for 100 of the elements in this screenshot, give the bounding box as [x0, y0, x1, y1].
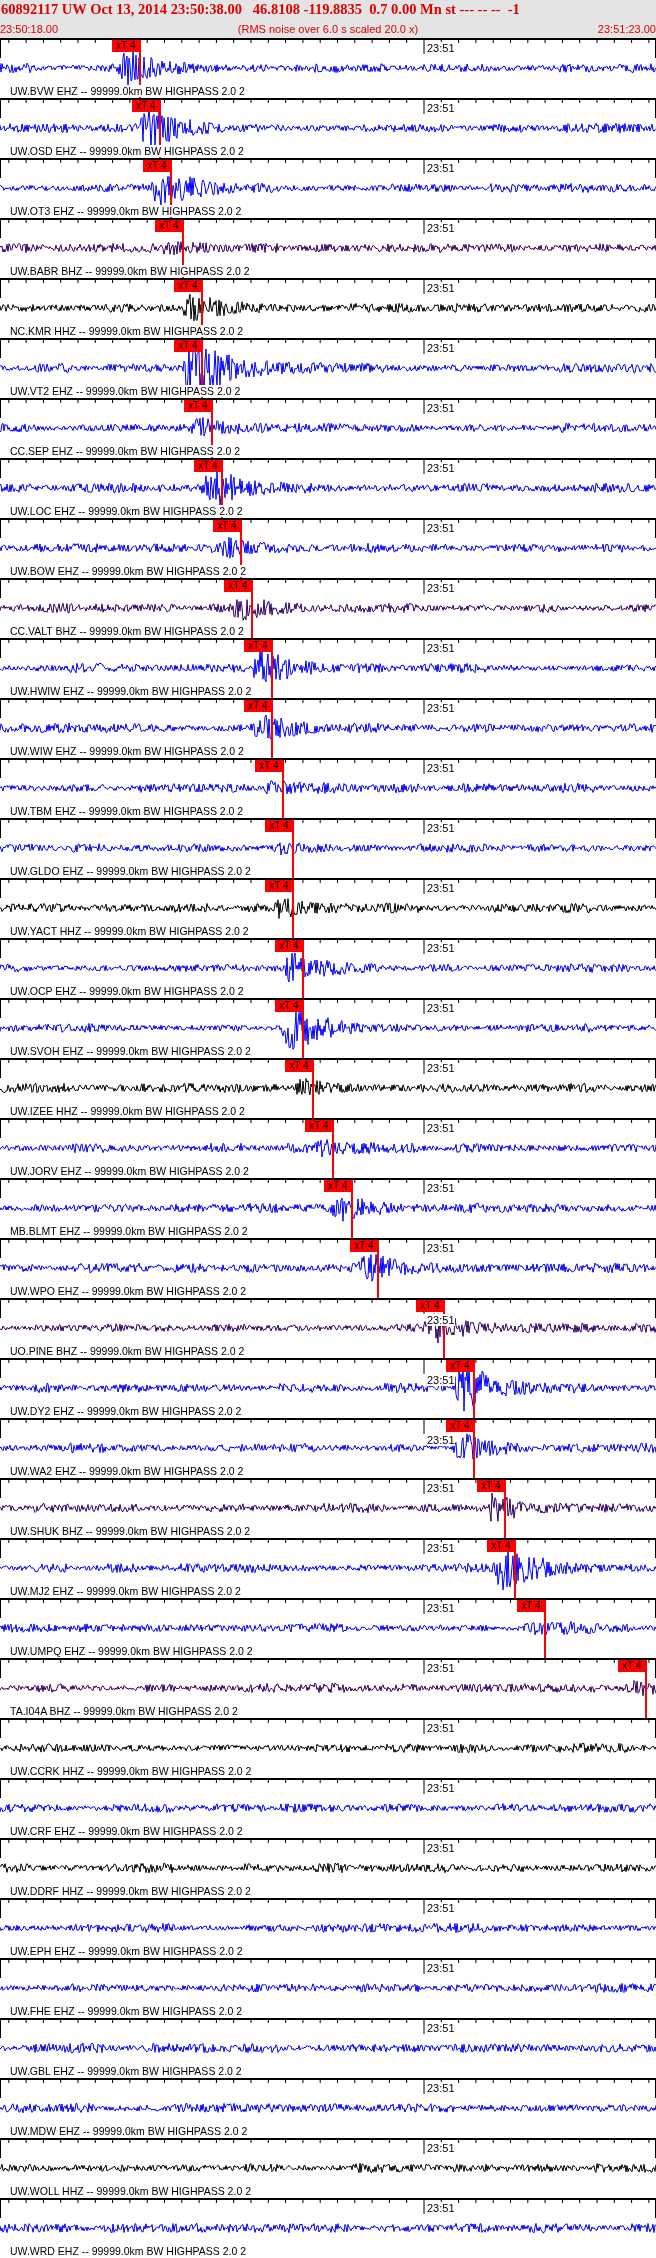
channel-label: UW.SHUK BHZ -- 99999.0km BW HIGHPASS 2.0 2 — [10, 1525, 251, 1537]
pick-line — [182, 220, 184, 278]
pick-line — [504, 1480, 506, 1538]
tick-label: 23:51 — [427, 462, 455, 474]
pick-marker: xT 4 — [132, 100, 160, 112]
channel-label: UW.MDW EHZ -- 99999.0km BW HIGHPASS 2.0 2 — [10, 2125, 248, 2137]
pick-line — [645, 1660, 647, 1718]
tick-label: 23:51 — [427, 822, 455, 834]
pick-line — [292, 880, 294, 938]
pick-marker: xT 4 — [517, 1600, 545, 1612]
channel-label: UW.GLDO EHZ -- 99999.0km BW HIGHPASS 2.0 2 — [10, 865, 251, 877]
channel-label: UW.BVW EHZ -- 99999.0km BW HIGHPASS 2.0 2 — [10, 85, 245, 97]
pick-marker: xT 4 — [174, 280, 202, 292]
pick-line — [201, 280, 203, 338]
pick-line — [221, 460, 223, 518]
pick-marker: xT 4 — [350, 1240, 378, 1252]
pick-line — [377, 1240, 379, 1298]
tick-label: 23:51 — [427, 1122, 455, 1134]
channel-label: UW.CRF EHZ -- 99999.0km BW HIGHPASS 2.0 2 — [10, 1825, 243, 1837]
channel-label: UW.HWIW EHZ -- 99999.0km BW HIGHPASS 2.0 2 — [10, 685, 252, 697]
tick-label: 23:51 — [427, 942, 455, 954]
channel-label: UW.OSD EHZ -- 99999.0km BW HIGHPASS 2.0 2 — [10, 145, 244, 157]
tick-label: 23:51 — [427, 2202, 455, 2214]
tick-label: 23:51 — [427, 1002, 455, 1014]
pick-line — [271, 700, 273, 758]
channel-label: UW.BABR BHZ -- 99999.0km BW HIGHPASS 2.0 2 — [10, 265, 250, 277]
channel-label: UW.WOLL HHZ -- 99999.0km BW HIGHPASS 2.0 2 — [10, 2185, 251, 2197]
pick-marker: xT 4 — [112, 40, 140, 52]
pick-marker: xT 4 — [275, 940, 303, 952]
pick-marker: xT 4 — [446, 1420, 474, 1432]
pick-marker: xT 4 — [213, 520, 241, 532]
pick-marker: xT 4 — [285, 1060, 313, 1072]
tick-label: 23:51 — [427, 1842, 455, 1854]
channel-label: CC.VALT BHZ -- 99999.0km BW HIGHPASS 2.0 2 — [10, 625, 244, 637]
channel-label: UW.WRD EHZ -- 99999.0km BW HIGHPASS 2.0 2 — [10, 2245, 247, 2257]
tick-label: 23:51 — [427, 1482, 455, 1494]
pick-line — [211, 400, 213, 458]
tick-label: 23:51 — [427, 882, 455, 894]
tick-label: 23:51 — [427, 702, 455, 714]
pick-marker: xT 4 — [416, 1300, 444, 1312]
channel-label: UW.GBL EHZ -- 99999.0km BW HIGHPASS 2.0 2 — [10, 2065, 242, 2077]
tick-label: 23:51 — [427, 642, 455, 654]
noise-note: (RMS noise over 6.0 s scaled 20.0 x) — [237, 22, 419, 35]
pick-line — [302, 1000, 304, 1058]
channel-label: UW.TBM EHZ -- 99999.0km BW HIGHPASS 2.0 2 — [10, 805, 244, 817]
tick-label: 23:51 — [427, 1314, 455, 1326]
pick-line — [240, 520, 242, 578]
tick-label: 23:51 — [427, 162, 455, 174]
pick-marker: xT 4 — [265, 880, 293, 892]
tick-label: 23:51 — [427, 222, 455, 234]
tick-label: 23:51 — [427, 762, 455, 774]
end-time: 23:51:23.00 — [597, 22, 656, 35]
channel-label: UW.OT3 EHZ -- 99999.0km BW HIGHPASS 2.0 2 — [10, 205, 242, 217]
event-title: 60892117 UW Oct 13, 2014 23:50:38.00 46.8108 -119.8835 0.7 0.00 Mn st --- -- -- -1 — [0, 0, 521, 19]
pick-line — [201, 340, 203, 398]
pick-line — [292, 820, 294, 878]
pick-line — [282, 760, 284, 818]
channel-label: UW.JORV EHZ -- 99999.0km BW HIGHPASS 2.0 2 — [10, 1165, 249, 1177]
tick-label: 23:51 — [427, 1062, 455, 1074]
channel-label: UW.WPO EHZ -- 99999.0km BW HIGHPASS 2.0 2 — [10, 1285, 247, 1297]
pick-marker: xT 4 — [244, 640, 272, 652]
pick-marker: xT 4 — [255, 760, 283, 772]
channel-label: UW.OCP EHZ -- 99999.0km BW HIGHPASS 2.0 2 — [10, 985, 244, 997]
tick-label: 23:51 — [427, 2022, 455, 2034]
pick-marker: xT 4 — [324, 1180, 352, 1192]
pick-line — [139, 40, 141, 98]
tick-label: 23:51 — [427, 1242, 455, 1254]
tick-label: 23:51 — [427, 2082, 455, 2094]
start-time: 23:50:18.00 — [0, 22, 59, 35]
channel-label: UW.VT2 EHZ -- 99999.0km BW HIGHPASS 2.0 2 — [10, 385, 241, 397]
channel-label: MB.BLMT EHZ -- 99999.0km BW HIGHPASS 2.0 2 — [10, 1225, 248, 1237]
pick-line — [473, 1420, 475, 1478]
channel-label: UW.SVOH EHZ -- 99999.0km BW HIGHPASS 2.0 2 — [10, 1045, 251, 1057]
pick-marker: xT 4 — [618, 1660, 646, 1672]
pick-line — [302, 940, 304, 998]
pick-marker: xT 4 — [244, 700, 272, 712]
channel-label: UW.WA2 EHZ -- 99999.0km BW HIGHPASS 2.0 2 — [10, 1465, 244, 1477]
tick-label: 23:51 — [427, 1782, 455, 1794]
channel-label: UW.IZEE HHZ -- 99999.0km BW HIGHPASS 2.0 2 — [10, 1105, 245, 1117]
tick-label: 23:51 — [427, 42, 455, 54]
tick-label: 23:51 — [427, 282, 455, 294]
pick-marker: xT 4 — [155, 220, 183, 232]
pick-marker: xT 4 — [305, 1120, 333, 1132]
tick-label: 23:51 — [427, 1434, 455, 1446]
pick-marker: xT 4 — [224, 580, 252, 592]
pick-line — [159, 100, 161, 158]
pick-line — [443, 1300, 445, 1358]
channel-label: UW.CCRK HHZ -- 99999.0km BW HIGHPASS 2.0 2 — [10, 1765, 252, 1777]
channel-label: UW.WIW EHZ -- 99999.0km BW HIGHPASS 2.0 2 — [10, 745, 244, 757]
channel-label: UW.FHE EHZ -- 99999.0km BW HIGHPASS 2.0 2 — [10, 2005, 243, 2017]
channel-label: UW.YACT HHZ -- 99999.0km BW HIGHPASS 2.0 2 — [10, 925, 249, 937]
tick-label: 23:51 — [427, 1542, 455, 1554]
channel-label: TA.I04A BHZ -- 99999.0km BW HIGHPASS 2.0 2 — [10, 1705, 238, 1717]
tick-label: 23:51 — [427, 522, 455, 534]
pick-marker: xT 4 — [477, 1480, 505, 1492]
pick-marker: xT 4 — [487, 1540, 515, 1552]
tick-label: 23:51 — [427, 102, 455, 114]
channel-label: UO.PINE BHZ -- 99999.0km BW HIGHPASS 2.0 2 — [10, 1345, 245, 1357]
tick-label: 23:51 — [427, 342, 455, 354]
channel-label: UW.LOC EHZ -- 99999.0km BW HIGHPASS 2.0 2 — [10, 505, 243, 517]
